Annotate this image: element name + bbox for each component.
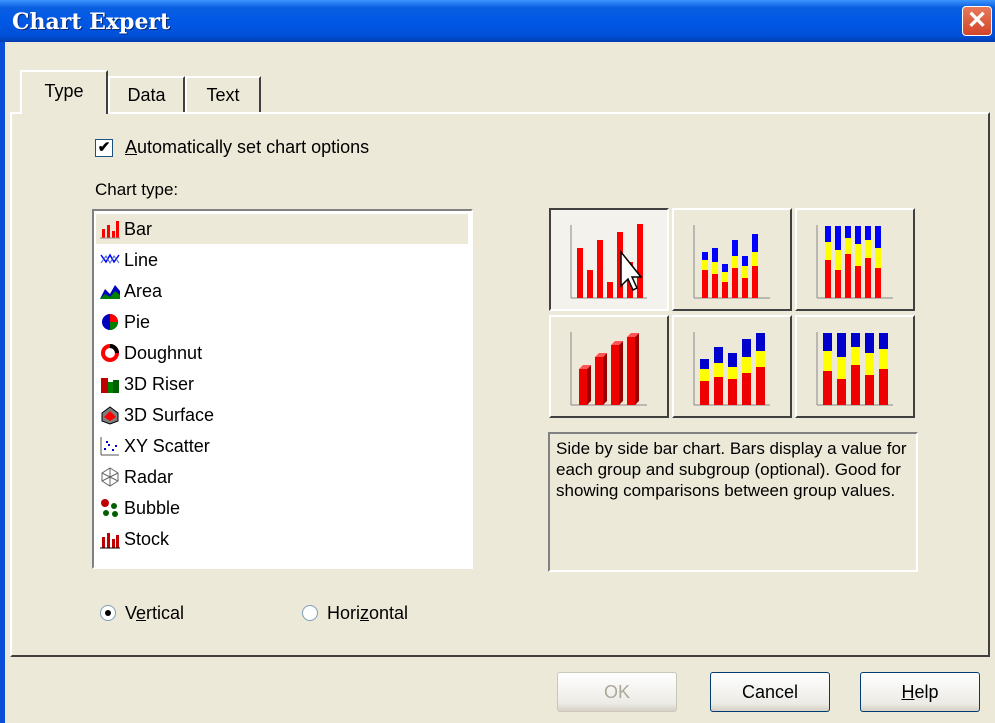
3d-stacked-bar-icon: [693, 332, 770, 406]
ok-button[interactable]: OK: [557, 672, 677, 712]
tab-text-label: Text: [206, 85, 240, 105]
list-item-3d-surface[interactable]: 3D Surface: [96, 400, 468, 430]
list-item-pie[interactable]: Pie: [96, 307, 468, 337]
vertical-radio[interactable]: [100, 605, 116, 621]
radar-chart-icon: [100, 467, 120, 487]
vertical-mnemonic: e: [136, 603, 147, 623]
subtype-3d-percent-bar-button[interactable]: [795, 315, 915, 418]
auto-options-checkbox[interactable]: ✔: [95, 139, 113, 157]
horizontal-radio[interactable]: [302, 605, 318, 621]
radio-selected-dot: [105, 610, 111, 616]
list-item-area[interactable]: Area: [96, 276, 468, 306]
tab-data[interactable]: Data: [108, 76, 185, 112]
list-item-label: Doughnut: [124, 342, 203, 363]
checkmark-icon: ✔: [97, 139, 111, 156]
list-item-label: Line: [124, 249, 159, 270]
line-chart-icon: [100, 250, 120, 270]
horizontal-mnemonic: z: [360, 603, 370, 623]
3d-percent-bar-icon: [816, 332, 893, 406]
horizontal-label[interactable]: Horizontal: [327, 603, 408, 624]
auto-options-label[interactable]: Automatically set chart options: [125, 137, 369, 158]
stacked-bar-icon: [693, 225, 770, 299]
percent-bar-icon: [816, 225, 893, 299]
close-icon: ✕: [966, 7, 988, 34]
3d-riser-icon: [100, 374, 120, 394]
help-label-rest: elp: [914, 682, 939, 702]
list-item-xy-scatter[interactable]: XY Scatter: [96, 431, 468, 461]
chart-type-label: Chart type:: [95, 180, 179, 199]
vertical-label[interactable]: Vertical: [125, 603, 184, 624]
chart-expert-dialog: Chart Expert ✕ Type Data Text ✔ Automati…: [0, 0, 995, 723]
list-item-doughnut[interactable]: Doughnut: [96, 338, 468, 368]
doughnut-chart-icon: [100, 343, 120, 363]
help-button[interactable]: Help: [860, 672, 980, 712]
tab-text[interactable]: Text: [185, 76, 261, 112]
list-item-line[interactable]: Line: [96, 245, 468, 275]
list-item-label: Pie: [124, 311, 151, 332]
3d-surface-icon: [100, 405, 120, 425]
stock-chart-icon: [100, 529, 120, 549]
chart-type-list[interactable]: Bar Line Area Pie Doughnut 3D Riser 3D S…: [92, 209, 473, 569]
list-item-radar[interactable]: Radar: [96, 462, 468, 492]
subtype-side-by-side-bar-button[interactable]: [549, 208, 669, 311]
side-by-side-bar-icon: [570, 224, 647, 299]
bar-chart-icon: [100, 219, 120, 239]
vertical-label-pre: V: [125, 603, 137, 623]
window-left-border: [0, 42, 5, 723]
list-item-stock[interactable]: Stock: [96, 524, 468, 554]
title-bar[interactable]: Chart Expert ✕: [0, 0, 995, 42]
list-item-label: Stock: [124, 528, 170, 549]
subtype-3d-stacked-bar-button[interactable]: [672, 315, 792, 418]
close-button[interactable]: ✕: [962, 6, 992, 36]
horizontal-label-pre: Hori: [327, 603, 361, 623]
cancel-button[interactable]: Cancel: [710, 672, 830, 712]
horizontal-label-rest: ontal: [369, 603, 409, 623]
subtype-3d-side-by-side-bar-button[interactable]: [549, 315, 669, 418]
area-chart-icon: [100, 281, 120, 301]
list-item-label: XY Scatter: [124, 435, 210, 456]
pie-chart-icon: [100, 312, 120, 332]
list-item-3d-riser[interactable]: 3D Riser: [96, 369, 468, 399]
auto-options-mnemonic: A: [125, 137, 138, 157]
list-item-label: 3D Riser: [124, 373, 195, 394]
vertical-label-rest: rtical: [146, 603, 185, 623]
bubble-chart-icon: [100, 498, 120, 518]
list-item-bar[interactable]: Bar: [96, 214, 468, 244]
tab-type[interactable]: Type: [20, 70, 108, 114]
list-item-label: 3D Surface: [124, 404, 215, 425]
list-item-label: Bar: [124, 218, 153, 239]
subtype-stacked-bar-button[interactable]: [672, 208, 792, 311]
help-mnemonic: H: [901, 682, 915, 702]
3d-side-by-side-bar-icon: [570, 332, 647, 406]
tab-data-label: Data: [127, 85, 166, 105]
xy-scatter-icon: [100, 436, 120, 456]
tab-type-label: Type: [44, 81, 84, 101]
subtype-percent-bar-button[interactable]: [795, 208, 915, 311]
list-item-label: Radar: [124, 466, 174, 487]
chart-description: Side by side bar chart. Bars display a v…: [548, 432, 918, 572]
window-title: Chart Expert: [12, 9, 171, 35]
list-item-bubble[interactable]: Bubble: [96, 493, 468, 523]
auto-options-label-rest: utomatically set chart options: [137, 137, 370, 157]
list-item-label: Area: [124, 280, 163, 301]
list-item-label: Bubble: [124, 497, 181, 518]
